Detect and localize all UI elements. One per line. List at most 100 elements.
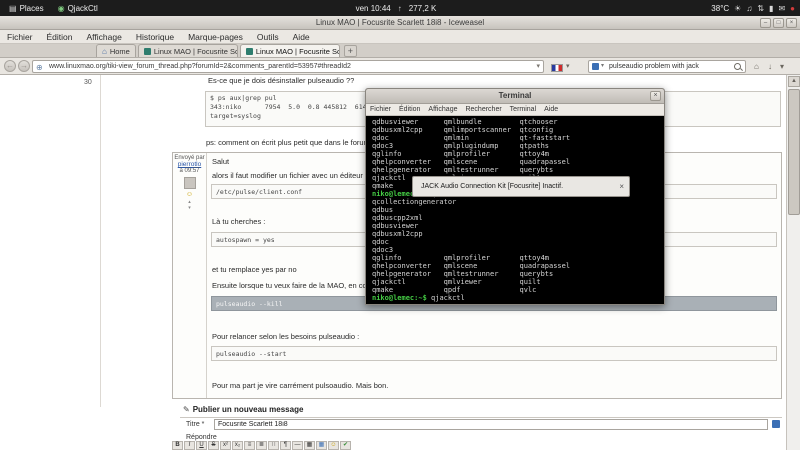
terminal-menubar: Fichier Édition Affichage Rechercher Ter… [366, 104, 664, 116]
title-input[interactable] [214, 419, 768, 430]
superscript-button[interactable]: x² [220, 441, 231, 450]
linuxmao-favicon [144, 48, 151, 55]
post1-question: Es-ce que je dois désinstaller pulseaudi… [208, 76, 354, 85]
battery-icon[interactable]: ▮ [769, 4, 773, 13]
browser-navbar: ← → ⊕ www.linuxmao.org/tiki-view_forum_t… [0, 58, 800, 75]
places-label: Places [20, 4, 44, 13]
forward-button[interactable]: → [18, 60, 30, 72]
check-button[interactable]: ✔ [340, 441, 351, 450]
post-row-number: 30 [84, 79, 92, 86]
search-text: pulseaudio problem with jack [609, 63, 699, 70]
scroll-up-icon[interactable]: ▲ [788, 76, 800, 87]
browser-menubar: Fichier Édition Affichage Historique Mar… [0, 30, 800, 44]
engine-dropdown-icon[interactable]: ▾ [601, 61, 604, 72]
alert-icon[interactable]: ● [790, 4, 795, 13]
search-input[interactable]: ▾ pulseaudio problem with jack [588, 60, 746, 73]
desktop: ▤ Places ◉ QjackCtl ven 10:44 ↑ 277,2 K … [0, 0, 800, 450]
italic-button[interactable]: I [184, 441, 195, 450]
typed-command: qjackctl [427, 294, 465, 302]
menu-outils[interactable]: Outils [250, 30, 286, 44]
post-line: Pour ma part je vire carrément pulsoaudi… [212, 381, 388, 390]
align-button[interactable]: ∷ [268, 441, 279, 450]
term-menu-fichier[interactable]: Fichier [366, 104, 395, 115]
form-divider [180, 417, 782, 418]
strike-button[interactable]: S [208, 441, 219, 450]
download-icon[interactable]: ↓ [768, 62, 772, 71]
table-button[interactable]: ▦ [316, 441, 327, 450]
term-menu-rechercher[interactable]: Rechercher [461, 104, 505, 115]
terminal-title: Terminal [499, 91, 532, 100]
close-icon[interactable]: × [786, 18, 797, 28]
numbered-list-button[interactable]: ≣ [256, 441, 267, 450]
url-bar[interactable]: ⊕ www.linuxmao.org/tiki-view_forum_threa… [32, 60, 544, 73]
term-menu-affichage[interactable]: Affichage [424, 104, 461, 115]
new-tab-button[interactable]: + [344, 45, 357, 57]
menu-edition[interactable]: Édition [40, 30, 80, 44]
tab-label: Linux MAO | Focusrite Scarl... [256, 47, 340, 56]
hr-button[interactable]: — [292, 441, 303, 450]
tab-linuxmao-1[interactable]: Linux MAO | Focusrite Scarl... × [138, 44, 238, 57]
post-meta: Envoyé par pierrotlo à 09:57 ☺ ▴ ▾ [173, 153, 207, 398]
tab-linuxmao-2-active[interactable]: Linux MAO | Focusrite Scarl... × [240, 44, 340, 57]
globe-icon: ⊕ [36, 62, 43, 73]
minimize-icon[interactable]: – [760, 18, 771, 28]
paragraph-button[interactable]: ¶ [280, 441, 291, 450]
menu-affichage[interactable]: Affichage [80, 30, 129, 44]
term-menu-aide[interactable]: Aide [540, 104, 562, 115]
post-line: Là tu cherches : [212, 217, 265, 226]
list-button[interactable]: ≡ [244, 441, 255, 450]
image-button[interactable]: ▦ [304, 441, 315, 450]
term-menu-edition[interactable]: Édition [395, 104, 424, 115]
subscript-button[interactable]: x₂ [232, 441, 243, 450]
places-menu[interactable]: ▤ Places [4, 4, 49, 13]
terminal-titlebar[interactable]: Terminal × [366, 89, 664, 104]
bold-button[interactable]: B [172, 441, 183, 450]
page-scrollbar[interactable]: ▲ [786, 75, 800, 450]
pencil-icon: ✎ [183, 405, 190, 414]
notification-close-icon[interactable]: × [619, 177, 624, 196]
title-label: Titre * [186, 421, 204, 428]
terminal-screen[interactable]: qdbusviewer qmlbundle qtchooser qdbusxml… [366, 116, 664, 304]
menu-aide[interactable]: Aide [286, 30, 317, 44]
shell-prompt: niko@lemec:~$ [372, 294, 427, 302]
home-tab-favicon: ⌂ [102, 48, 107, 55]
bookmarks-dropdown-icon[interactable]: ▾ [780, 62, 784, 71]
menu-marque-pages[interactable]: Marque-pages [181, 30, 250, 44]
volume-icon[interactable]: ♫ [746, 4, 752, 13]
network-icon[interactable]: ⇅ [757, 4, 764, 13]
author-link[interactable]: pierrotlo [173, 161, 206, 168]
brightness-icon[interactable]: ☀ [734, 4, 741, 13]
heading-text: Publier un nouveau message [193, 405, 304, 414]
tab-label: Home [110, 47, 130, 56]
taskbar-item-qjackctl[interactable]: ◉ QjackCtl [53, 4, 103, 13]
underline-button[interactable]: U [196, 441, 207, 450]
temperature: 38°C [711, 4, 729, 13]
term-menu-terminal[interactable]: Terminal [506, 104, 540, 115]
smiley-button[interactable]: ☺ [328, 441, 339, 450]
back-button[interactable]: ← [4, 60, 16, 72]
search-icon[interactable] [734, 63, 742, 71]
flag-dropdown-icon[interactable]: ▾ [566, 62, 570, 70]
clock[interactable]: ven 10:44 [356, 4, 391, 13]
qjackctl-label: QjackCtl [68, 4, 98, 13]
scrollbar-thumb[interactable] [788, 89, 800, 215]
net-up-icon: ↑ [398, 4, 402, 13]
tab-home[interactable]: ⌂ Home [96, 44, 136, 57]
mail-icon[interactable]: ✉ [778, 4, 785, 13]
french-flag-icon[interactable] [551, 64, 563, 72]
home-icon[interactable]: ⌂ [754, 62, 759, 71]
editor-toolbar: B I U S x² x₂ ≡ ≣ ∷ ¶ — ▦ ▦ ☺ ✔ [172, 441, 351, 450]
places-icon: ▤ [9, 4, 17, 13]
table-divider [100, 75, 101, 407]
url-dropdown-icon[interactable]: ▾ [536, 61, 540, 72]
terminal-close-icon[interactable]: × [650, 91, 661, 101]
desktop-panel: ▤ Places ◉ QjackCtl ven 10:44 ↑ 277,2 K … [0, 0, 800, 16]
maximize-icon[interactable]: □ [773, 18, 784, 28]
search-engine-icon[interactable] [592, 63, 599, 70]
smiley-icon[interactable]: ☺ [173, 191, 206, 199]
vote-down-icon[interactable]: ▾ [173, 205, 206, 211]
browser-titlebar[interactable]: Linux MAO | Focusrite Scarlett 18i8 - Ic… [0, 16, 800, 30]
title-action-icon[interactable] [772, 420, 780, 428]
menu-fichier[interactable]: Fichier [0, 30, 40, 44]
menu-historique[interactable]: Historique [129, 30, 181, 44]
